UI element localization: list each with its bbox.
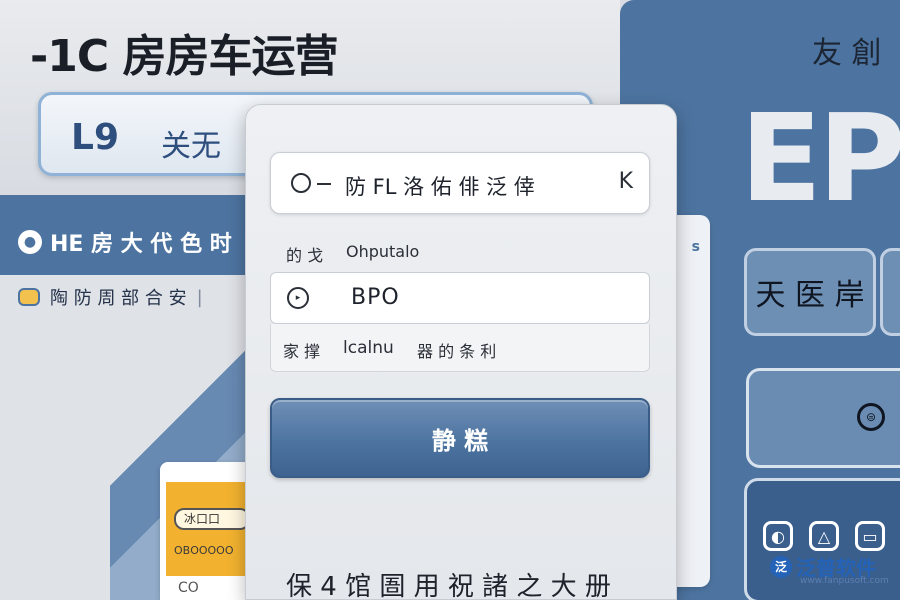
modal-footer-text: 保 4 馆 圄 用 祝 諸 之 大 册 [286,572,611,600]
submit-button[interactable]: 静 糕 [270,398,650,478]
sidebar-item-label: 陶 防 周 部 合 安 [50,288,187,309]
menu-icon: ⊜ [857,403,885,431]
card-footer: CO [178,580,199,596]
option-extra: 器 的 条 利 [417,342,497,361]
clock-icon: ▸ [287,287,309,309]
option-label: 家 撑 [283,342,321,361]
field-value: Ohputalo [346,242,420,261]
card-label: 冰口口 [174,508,250,530]
watermark-url: www.fanpusoft.com [800,576,889,586]
window-icon[interactable]: ▭ [855,521,885,551]
page-title: -1C 房房车运营 [30,31,338,82]
right-panel-button[interactable]: 天 医 岸 [744,248,876,336]
brand-logo-text: EP [740,90,900,229]
right-panel-card[interactable]: ⊜ [746,368,900,468]
sidebar-item-primary[interactable]: ● HE 房 大 代 色 时 [18,226,232,258]
code-input-text: BPO [351,285,400,310]
search-text: 关无 [161,129,221,164]
sidebar-item-label: HE 房 大 代 色 时 [50,232,232,257]
right-panel-title: 友 創 [812,36,882,71]
options-row[interactable]: 家 撑 lcalnu 器 的 条 利 [270,324,650,372]
search-logo: L9 [71,117,119,158]
preview-card[interactable]: 冰口口 ОВООООО CO [160,462,250,600]
alert-icon[interactable]: △ [809,521,839,551]
card-sublabel: ОВООООО [174,544,234,557]
search-icon [291,173,331,193]
search-input[interactable]: 防 FL 洛 佑 俳 泛 倖 K [270,152,650,214]
separator: | [196,286,203,308]
clear-icon[interactable]: K [619,169,633,194]
watermark-logo-icon: 泛 [770,555,792,578]
field-label: 的 戈 [286,246,324,265]
user-icon: ● [18,230,42,254]
chat-icon[interactable]: ◐ [763,521,793,551]
code-input[interactable]: ▸ BPO [270,272,650,324]
search-input-text: 防 FL 洛 佑 俳 泛 倖 [345,175,535,199]
back-card-hint: s [691,239,700,255]
right-panel-button-secondary[interactable] [880,248,900,336]
folder-icon [18,288,40,306]
option-value: lcalnu [343,338,394,358]
sidebar-item-secondary[interactable]: 陶 防 周 部 合 安 | [18,284,203,310]
